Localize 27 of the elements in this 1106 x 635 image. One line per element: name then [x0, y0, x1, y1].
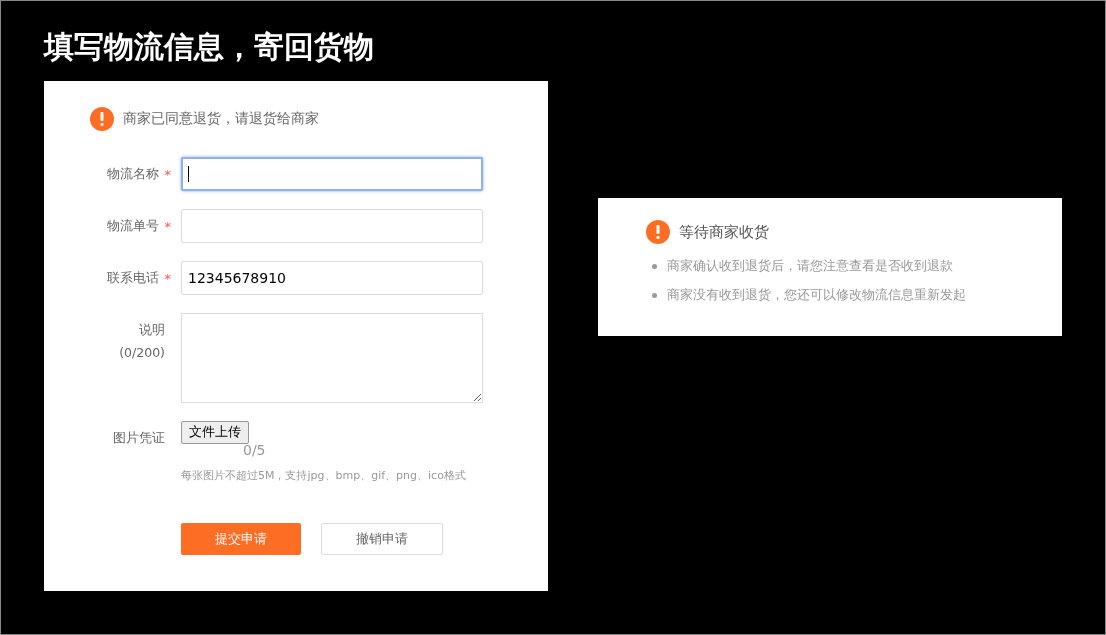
note-text: 商家确认收到退货后，请您注意查看是否收到退款	[667, 258, 953, 275]
warning-icon	[646, 220, 670, 244]
status-title: 等待商家收货	[679, 222, 769, 242]
char-counter: (0/200)	[119, 345, 165, 360]
note-text: 商家没有收到退货，您还可以修改物流信息重新发起	[667, 287, 966, 304]
input-field[interactable]: 12345678910	[181, 261, 483, 295]
input-field[interactable]	[181, 209, 483, 243]
field-label: 联系电话	[106, 270, 159, 287]
field-label: 物流名称	[106, 166, 159, 183]
text-cursor	[188, 166, 189, 182]
required-mark: *	[164, 271, 171, 286]
field-label: 图片凭证	[113, 430, 165, 447]
upload-hint: 每张图片不超过5M，支持jpg、bmp、gif、png、ico格式	[181, 468, 466, 483]
required-mark: *	[164, 167, 171, 182]
cancel-button[interactable]: 撤销申请	[321, 523, 443, 555]
warning-icon	[90, 107, 114, 131]
field-label: 物流单号	[106, 218, 159, 235]
required-mark: *	[164, 219, 171, 234]
bullet-icon	[652, 264, 657, 269]
upload-count: 0/5	[243, 442, 267, 458]
input-field[interactable]	[181, 157, 483, 191]
upload-button[interactable]: 文件上传	[181, 421, 249, 444]
notice-text: 商家已同意退货，请退货给商家	[123, 110, 319, 128]
page-title: 填写物流信息，寄回货物	[44, 28, 375, 66]
field-label: 说明	[139, 322, 165, 339]
textarea-field[interactable]	[181, 313, 483, 403]
bullet-icon	[652, 293, 657, 298]
